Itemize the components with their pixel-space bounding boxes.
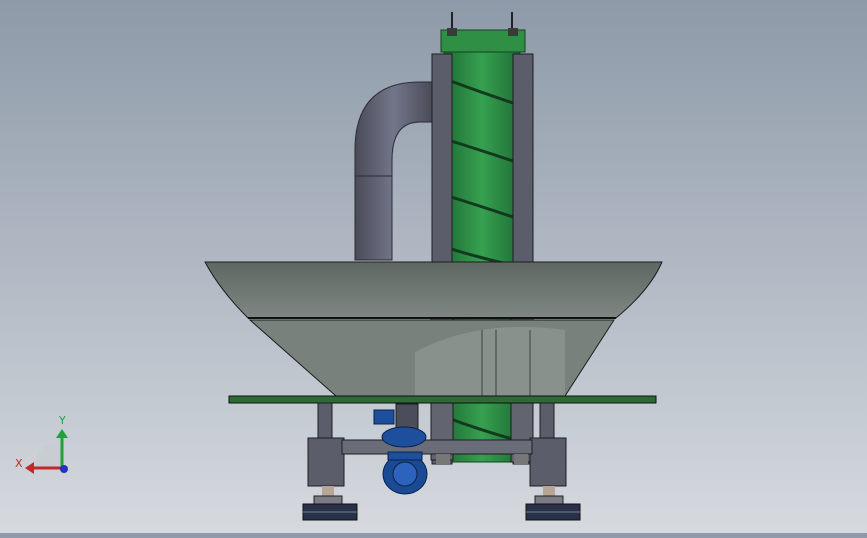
- 3d-viewport[interactable]: Y X: [0, 0, 867, 533]
- foot-left[interactable]: [302, 486, 358, 521]
- hopper[interactable]: [204, 261, 663, 397]
- foot-right[interactable]: [525, 486, 581, 521]
- coordinate-triad: [25, 429, 68, 474]
- triad-x-label: X: [15, 457, 23, 470]
- z-axis-icon: [60, 465, 68, 473]
- base-plate[interactable]: [228, 395, 657, 404]
- elbow-pipe[interactable]: [354, 81, 433, 261]
- model-canvas: [25, 12, 663, 521]
- conveyor-top-cap[interactable]: [440, 12, 526, 53]
- triad-y-label: Y: [59, 414, 66, 427]
